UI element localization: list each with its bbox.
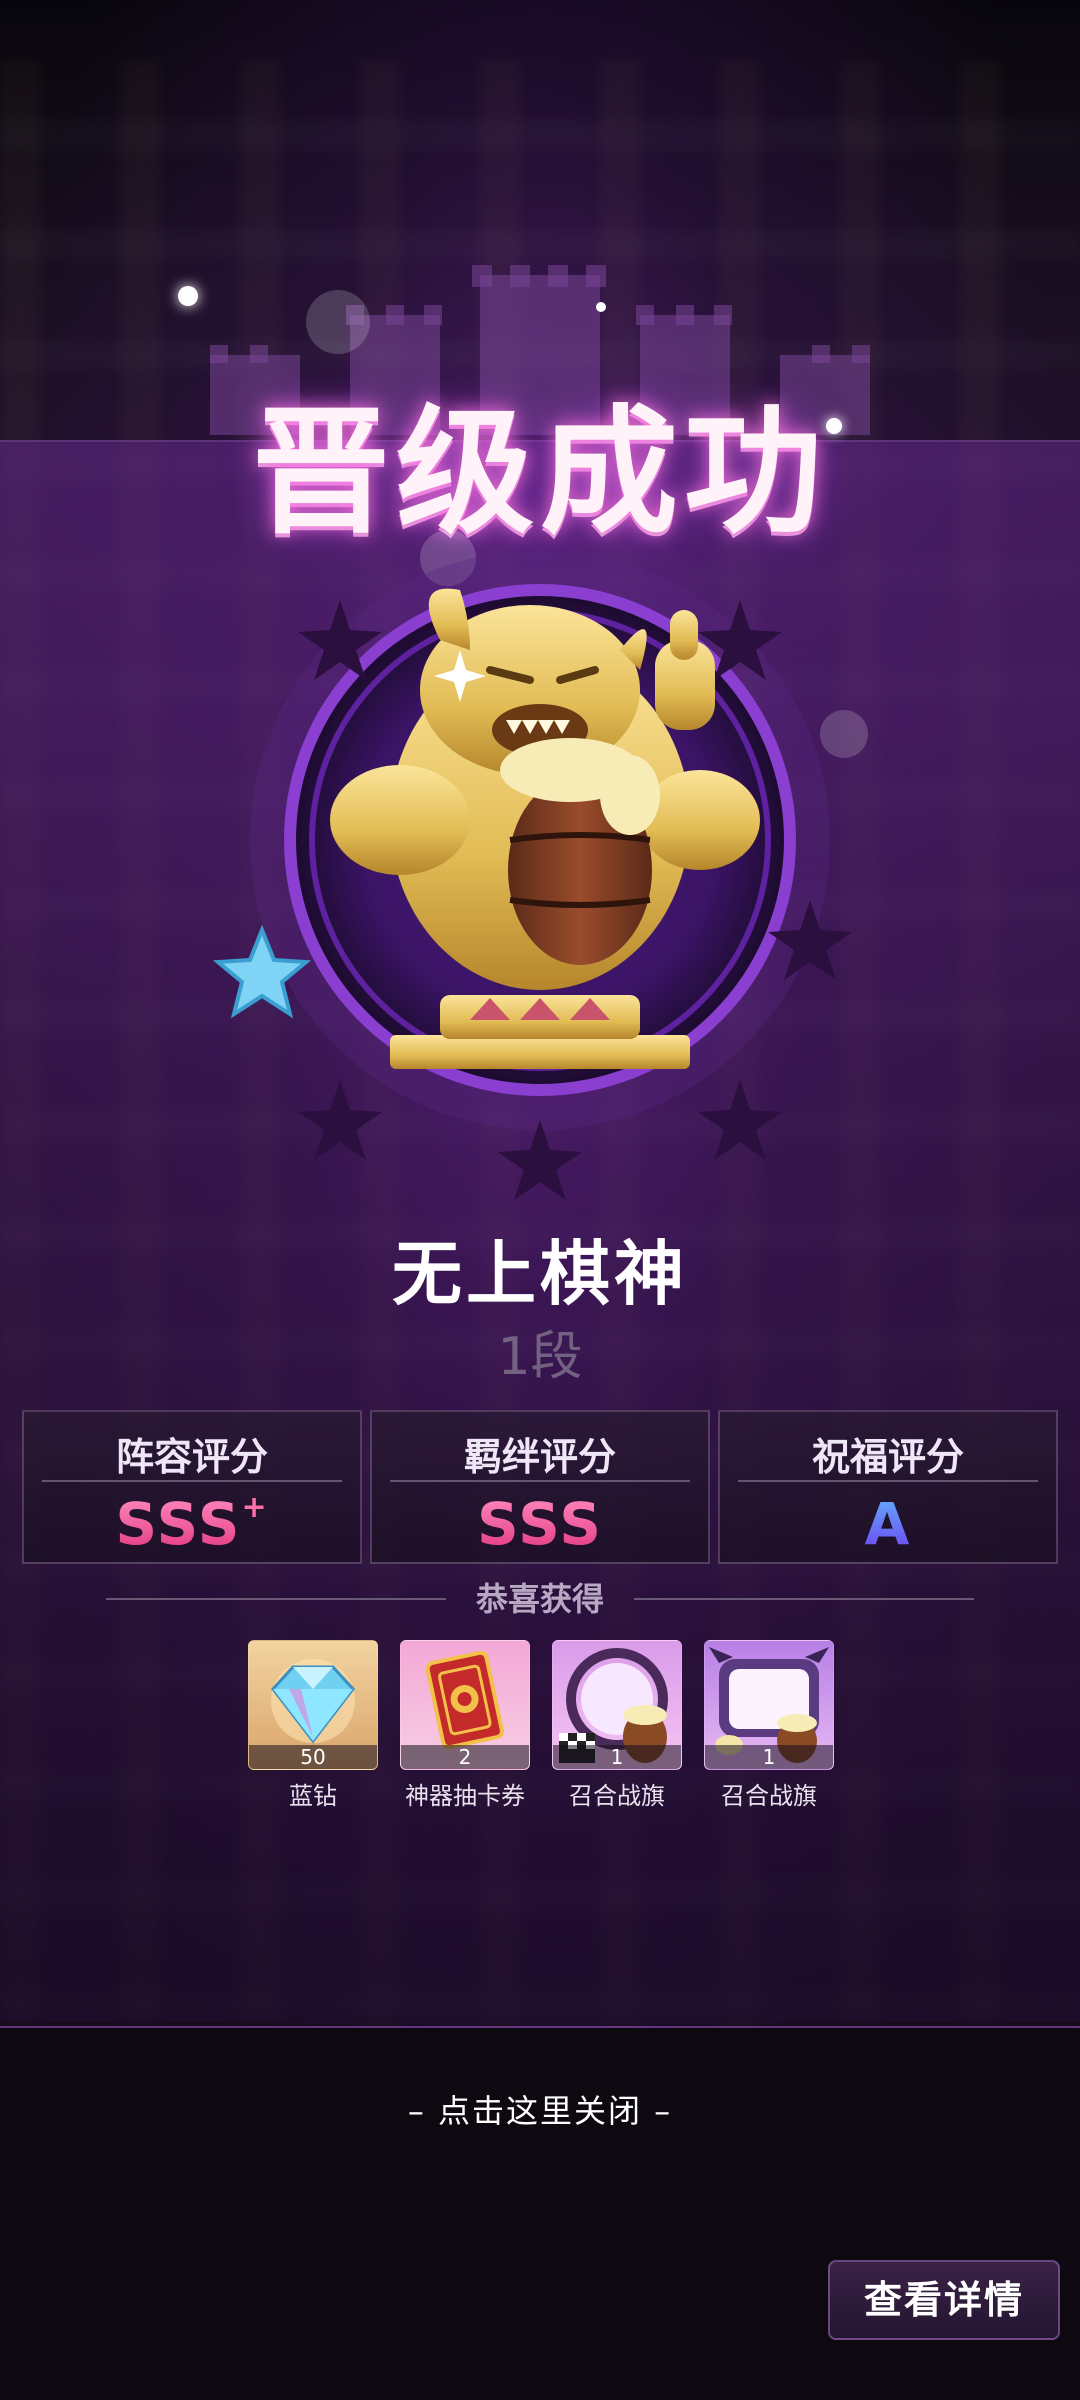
reward-count: 1 [705, 1745, 833, 1769]
reward-item[interactable]: 2 神器抽卡券 [400, 1640, 530, 1810]
view-details-button[interactable]: 查看详情 [828, 2260, 1060, 2340]
reward-name: 蓝钻 [289, 1782, 337, 1810]
reward-count: 50 [249, 1745, 377, 1769]
close-hint[interactable]: – 点击这里关闭 – [0, 2086, 1080, 2132]
promotion-screen[interactable]: 晋级成功 无上棋神 1段 阵容评分 SSS+ 羁绊评分 SSS 祝福评分 A 恭… [0, 0, 1080, 2400]
rank-name: 无上棋神 [392, 1232, 688, 1315]
rank-tier: 1段 [497, 1327, 583, 1387]
score-divider [42, 1480, 342, 1482]
reward-icon-box[interactable]: 2 [400, 1640, 530, 1770]
grade-text: SSS [115, 1490, 242, 1558]
reward-count: 1 [553, 1745, 681, 1769]
reward-list: 50 蓝钻 2 神器抽卡券 1 召合战旗 1 召合战旗 [248, 1640, 848, 1810]
reward-item[interactable]: 50 蓝钻 [248, 1640, 378, 1810]
reward-name: 召合战旗 [569, 1782, 665, 1810]
footer-area [0, 2028, 1080, 2400]
score-grade: SSS [372, 1490, 708, 1558]
rewards-header: 恭喜获得 [106, 1574, 974, 1624]
reward-name: 神器抽卡券 [405, 1782, 525, 1810]
divider-line [634, 1598, 974, 1600]
synergy-score-card: 羁绊评分 SSS [370, 1410, 710, 1564]
rank-emblem-trophy-icon [212, 550, 852, 1200]
blessing-score-card: 祝福评分 A [718, 1410, 1058, 1564]
sparkle-icon [596, 302, 606, 312]
reward-icon-box[interactable]: 50 [248, 1640, 378, 1770]
reward-count: 2 [401, 1745, 529, 1769]
reward-icon-box[interactable]: 1 [552, 1640, 682, 1770]
score-label: 祝福评分 [811, 1434, 964, 1479]
reward-icon-box[interactable]: 1 [704, 1640, 834, 1770]
rewards-header-text: 恭喜获得 [475, 1580, 604, 1618]
score-grade: A [720, 1490, 1056, 1558]
score-panels: 阵容评分 SSS+ 羁绊评分 SSS 祝福评分 A [22, 1410, 1058, 1564]
reward-name: 召合战旗 [721, 1782, 817, 1810]
bokeh-light [306, 290, 370, 354]
lineup-score-card: 阵容评分 SSS+ [22, 1410, 362, 1564]
score-divider [738, 1480, 1038, 1482]
reward-item[interactable]: 1 召合战旗 [552, 1640, 682, 1810]
score-label: 羁绊评分 [463, 1434, 616, 1479]
sparkle-icon [826, 418, 842, 434]
score-divider [390, 1480, 690, 1482]
score-label: 阵容评分 [115, 1434, 268, 1479]
grade-plus: + [241, 1490, 269, 1525]
score-grade: SSS+ [24, 1490, 360, 1558]
reward-item[interactable]: 1 召合战旗 [704, 1640, 834, 1810]
grade-text: A [864, 1490, 912, 1558]
sparkle-icon [178, 286, 198, 306]
grade-text: SSS [476, 1490, 604, 1558]
